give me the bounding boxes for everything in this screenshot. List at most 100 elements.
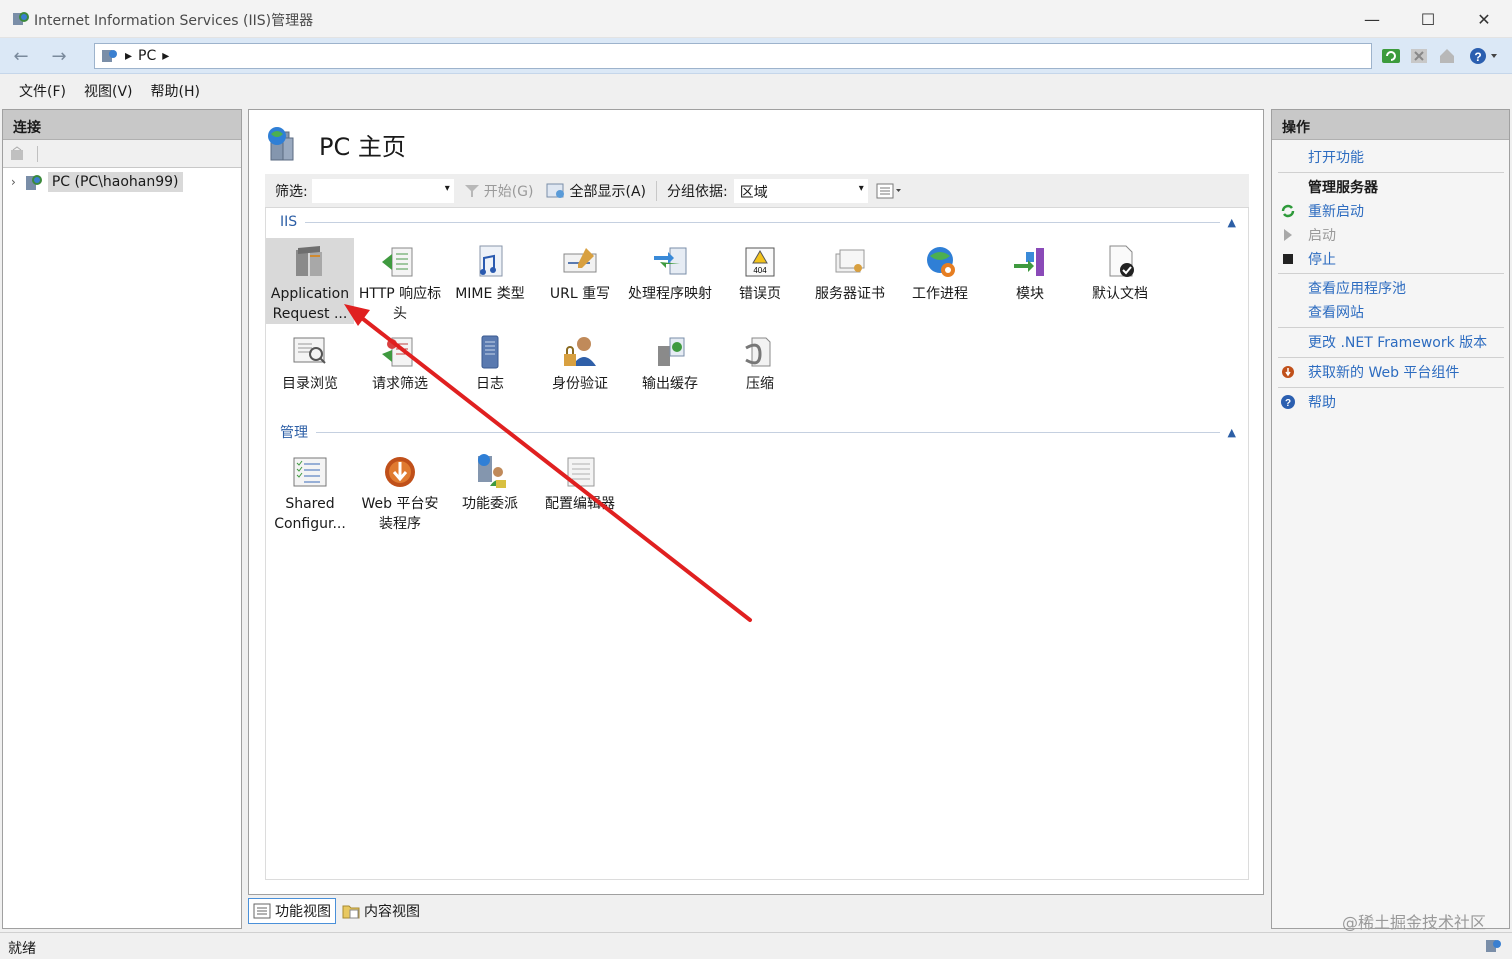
url-rewrite-icon xyxy=(563,248,597,273)
feature-request-filtering[interactable]: 请求筛选 xyxy=(356,328,444,414)
chevron-right-icon[interactable]: ▸ xyxy=(162,48,169,64)
action-stop[interactable]: 停止 xyxy=(1280,248,1336,270)
feature-error-pages[interactable]: 404 错误页 xyxy=(716,238,804,324)
feature-directory-browsing[interactable]: 目录浏览 xyxy=(266,328,354,414)
actions-divider xyxy=(1278,273,1504,274)
action-restart[interactable]: 重新启动 xyxy=(1280,200,1364,222)
feature-url-rewrite[interactable]: URL 重写 xyxy=(536,238,624,324)
authentication-icon xyxy=(564,337,596,366)
tree-node-pc[interactable]: › PC (PC\haohan99) xyxy=(11,171,183,193)
status-text: 就绪 xyxy=(8,941,36,957)
svg-text:?: ? xyxy=(1285,398,1291,409)
feature-modules[interactable]: 模块 xyxy=(986,238,1074,324)
toolbar-separator xyxy=(656,180,658,201)
help-dropdown-icon[interactable]: ? xyxy=(1466,46,1502,66)
features-content: IIS ▲ Application Request ... HTTP 响应标头 … xyxy=(265,208,1249,880)
action-start[interactable]: 启动 xyxy=(1280,224,1336,246)
worker-processes-icon xyxy=(927,247,955,277)
feature-delegation[interactable]: 功能委派 xyxy=(446,448,534,534)
address-path[interactable]: ▸ PC ▸ xyxy=(94,43,1372,69)
network-status-icon xyxy=(1486,940,1501,952)
feature-arr[interactable]: Application Request ... xyxy=(266,238,354,324)
forward-button[interactable]: → xyxy=(42,43,76,69)
feature-mime[interactable]: MIME 类型 xyxy=(446,238,534,324)
tab-content-view[interactable]: 内容视图 xyxy=(338,898,424,924)
action-label[interactable]: 重新启动 xyxy=(1308,201,1364,221)
action-label[interactable]: 帮助 xyxy=(1308,392,1336,412)
start-filter-button[interactable]: 开始(G) xyxy=(464,181,534,201)
minimize-button[interactable]: — xyxy=(1344,0,1400,38)
refresh-icon[interactable] xyxy=(1380,46,1402,66)
address-bar: ← → ▸ PC ▸ ? xyxy=(0,38,1512,74)
filter-input[interactable]: ▾ xyxy=(311,178,454,203)
configuration-editor-icon xyxy=(567,457,595,487)
chevron-down-icon[interactable]: ▾ xyxy=(859,183,864,194)
collapse-icon[interactable]: ▲ xyxy=(1228,216,1236,229)
feature-logging[interactable]: 日志 xyxy=(446,328,534,414)
filter-toolbar: 筛选: ▾ 开始(G) 全部显示(A) 分组依据: 区域 ▾ xyxy=(265,174,1249,208)
tab-features-view[interactable]: 功能视图 xyxy=(248,898,336,924)
feature-configuration-editor[interactable]: 配置编辑器 xyxy=(536,448,624,534)
actions-title: 操作 xyxy=(1272,110,1509,140)
server-home-icon xyxy=(268,127,294,161)
features-pane: PC 主页 筛选: ▾ 开始(G) 全部显示(A) 分组依据: 区域 ▾ IIS… xyxy=(248,109,1264,895)
new-connection-icon[interactable] xyxy=(9,146,25,162)
action-label[interactable]: 更改 .NET Framework 版本 xyxy=(1308,332,1487,352)
section-divider xyxy=(316,431,1220,433)
iis-app-icon xyxy=(13,12,29,25)
expand-chevron-icon[interactable]: › xyxy=(11,175,16,189)
action-label[interactable]: 打开功能 xyxy=(1308,147,1364,167)
feature-web-platform-installer[interactable]: Web 平台安装程序 xyxy=(356,448,444,534)
section-iis-header[interactable]: IIS ▲ xyxy=(280,212,1236,232)
action-label[interactable]: 停止 xyxy=(1308,249,1336,269)
feature-shared-config[interactable]: Shared Configur... xyxy=(266,448,354,534)
close-button[interactable]: ✕ xyxy=(1456,0,1512,38)
menu-help[interactable]: 帮助(H) xyxy=(142,77,209,105)
action-help[interactable]: ? 帮助 xyxy=(1280,391,1336,413)
collapse-icon[interactable]: ▲ xyxy=(1228,426,1236,439)
show-all-label: 全部显示(A) xyxy=(569,183,647,200)
mime-types-icon xyxy=(479,245,503,277)
action-label[interactable]: 获取新的 Web 平台组件 xyxy=(1308,362,1459,382)
show-all-icon xyxy=(546,183,564,198)
feature-server-certificates[interactable]: 服务器证书 xyxy=(806,238,894,324)
action-label[interactable]: 启动 xyxy=(1308,225,1336,245)
http-headers-icon xyxy=(382,247,413,277)
features-view-icon xyxy=(253,903,271,919)
action-view-app-pools[interactable]: 查看应用程序池 xyxy=(1280,277,1406,299)
feature-default-document[interactable]: 默认文档 xyxy=(1076,238,1164,324)
action-label[interactable]: 查看网站 xyxy=(1308,302,1364,322)
modules-icon xyxy=(1014,248,1044,276)
feature-output-caching[interactable]: 输出缓存 xyxy=(626,328,714,414)
breadcrumb-pc[interactable]: PC xyxy=(138,48,156,64)
action-get-components[interactable]: 获取新的 Web 平台组件 xyxy=(1280,361,1459,383)
menu-view[interactable]: 视图(V) xyxy=(75,77,142,105)
action-open-feature[interactable]: 打开功能 xyxy=(1280,146,1364,168)
restart-icon xyxy=(1280,203,1296,219)
feature-worker-processes[interactable]: 工作进程 xyxy=(896,238,984,324)
menu-file[interactable]: 文件(F) xyxy=(10,77,75,105)
output-caching-icon xyxy=(658,337,685,366)
maximize-button[interactable]: ☐ xyxy=(1400,0,1456,38)
feature-handler-mappings[interactable]: 处理程序映射 xyxy=(626,238,714,324)
feature-http-headers[interactable]: HTTP 响应标头 xyxy=(356,238,444,324)
stop-icon[interactable] xyxy=(1408,46,1430,66)
feature-compression[interactable]: 压缩 xyxy=(716,328,804,414)
home-icon[interactable] xyxy=(1436,46,1458,66)
action-change-net[interactable]: 更改 .NET Framework 版本 xyxy=(1280,331,1487,353)
tree-node-label[interactable]: PC (PC\haohan99) xyxy=(47,172,183,192)
play-icon xyxy=(1280,227,1296,243)
show-all-button[interactable]: 全部显示(A) xyxy=(546,181,647,201)
feature-delegation-icon xyxy=(478,454,506,488)
feature-label: Application Request ... xyxy=(270,286,350,322)
chevron-down-icon[interactable]: ▾ xyxy=(445,183,450,194)
back-button[interactable]: ← xyxy=(4,43,38,69)
feature-label: 模块 xyxy=(1016,286,1044,302)
feature-label: 功能委派 xyxy=(462,496,518,512)
view-mode-button[interactable] xyxy=(876,183,902,199)
action-label[interactable]: 查看应用程序池 xyxy=(1308,278,1406,298)
section-management-header[interactable]: 管理 ▲ xyxy=(280,422,1236,442)
group-by-select[interactable]: 区域 ▾ xyxy=(733,178,868,203)
action-view-sites[interactable]: 查看网站 xyxy=(1280,301,1364,323)
feature-authentication[interactable]: 身份验证 xyxy=(536,328,624,414)
